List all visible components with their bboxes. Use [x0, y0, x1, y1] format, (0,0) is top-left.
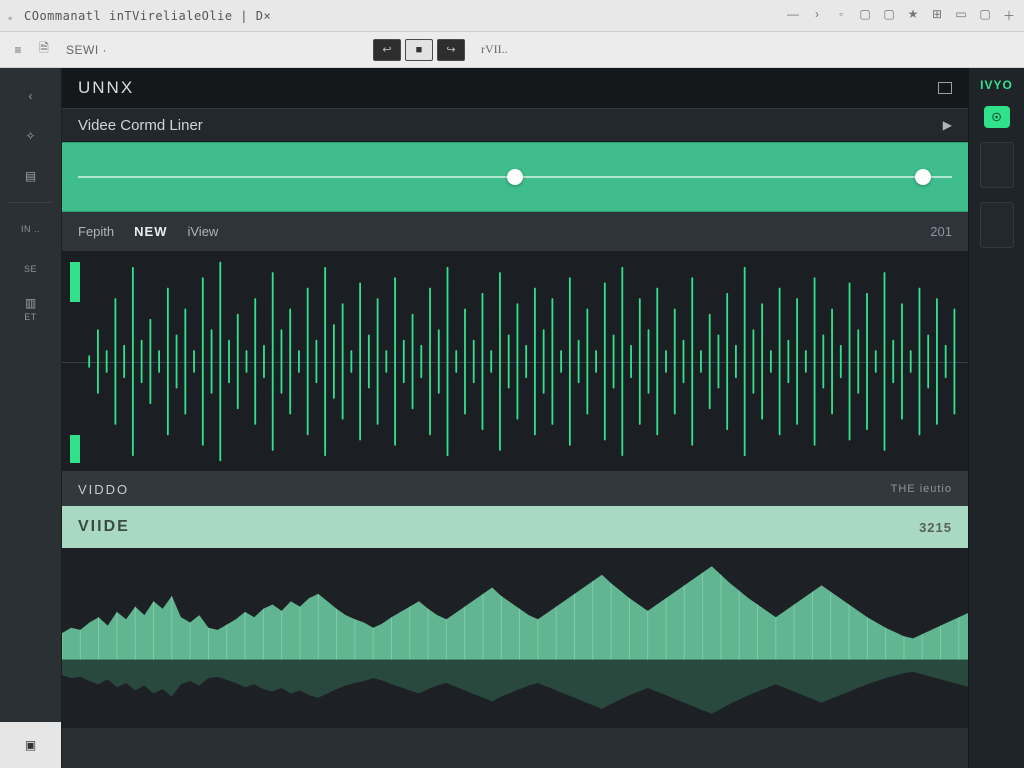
- tb-icon-8[interactable]: ▢: [978, 7, 992, 24]
- tab-row: Fepith NEW iView 201: [62, 212, 968, 252]
- leftrail-item-se[interactable]: SE: [0, 249, 61, 289]
- left-rail: ‹ ✧ ▤ IN .. SE ▥ ET ▣: [0, 68, 62, 768]
- next-button[interactable]: ↪: [437, 39, 465, 61]
- badge-icon: ☉: [992, 111, 1002, 124]
- window-dot-icon: ◦: [8, 11, 18, 21]
- rightrail-label: IVYO: [980, 78, 1013, 92]
- stop-icon: ■: [416, 44, 423, 56]
- tb-icon-0[interactable]: —: [786, 7, 800, 24]
- leftrail-label-in: IN ..: [21, 224, 40, 234]
- leftrail-label-se: SE: [24, 264, 37, 274]
- tb-icon-6[interactable]: ⊞: [930, 7, 944, 24]
- track-label-left: VIDDO: [78, 482, 129, 497]
- leftrail-item-1[interactable]: ✧: [0, 116, 61, 156]
- transport-group: ↩ ■ ↪: [373, 39, 465, 61]
- tb-icon-3[interactable]: ▢: [858, 7, 872, 24]
- play-icon[interactable]: ▶: [943, 118, 952, 132]
- tb-icon-9[interactable]: ＋: [1002, 7, 1016, 24]
- right-rail: IVYO ☉: [968, 68, 1024, 768]
- window-icon: ▣: [25, 738, 36, 752]
- rightrail-slot-2[interactable]: [980, 202, 1014, 248]
- tb-icon-5[interactable]: ★: [906, 7, 920, 24]
- waveform-upper[interactable]: [62, 252, 968, 472]
- tab-fepith[interactable]: Fepith: [78, 224, 114, 239]
- leftrail-item-et[interactable]: ▥ ET: [0, 289, 61, 329]
- panel-icon: ▤: [25, 169, 36, 183]
- slider-knob-b[interactable]: [915, 169, 931, 185]
- tb-icon-1[interactable]: ›: [810, 7, 824, 24]
- rightrail-slot-1[interactable]: [980, 142, 1014, 188]
- window-title: COommanatl inTVirelialeOlie | D×: [24, 9, 271, 23]
- sparkle-icon: ✧: [25, 129, 35, 143]
- page-title: UNNX: [78, 78, 134, 98]
- waveform-svg-lower: [62, 548, 968, 728]
- leftrail-bottom-button[interactable]: ▣: [0, 722, 61, 768]
- toolbar-label: SEWI ·: [66, 43, 107, 57]
- waveform-svg-upper: [62, 252, 968, 471]
- tab-right-value: 201: [930, 224, 952, 239]
- doc-icon[interactable]: 🗎: [34, 40, 54, 60]
- next-icon: ↪: [446, 43, 455, 56]
- rightrail-badge[interactable]: ☉: [984, 106, 1010, 128]
- subheader-row: Videe Cormd Liner ▶: [62, 108, 968, 142]
- app-toolbar: ≡ 🗎 SEWI · ↩ ■ ↪ rVII..: [0, 32, 1024, 68]
- tab-new[interactable]: NEW: [134, 224, 167, 239]
- leftrail-item-0[interactable]: ‹: [0, 76, 61, 116]
- leftrail-separator: [8, 202, 53, 203]
- os-titlebar: ◦ COommanatl inTVirelialeOlie | D× — › ◦…: [0, 0, 1024, 32]
- waveform-lower[interactable]: [62, 548, 968, 728]
- tab-iview[interactable]: iView: [187, 224, 218, 239]
- workspace: ‹ ✧ ▤ IN .. SE ▥ ET ▣ UNNX: [0, 68, 1024, 768]
- subheader-title: Videe Cormd Liner: [78, 117, 203, 134]
- prev-button[interactable]: ↩: [373, 39, 401, 61]
- leftrail-item-in[interactable]: IN ..: [0, 209, 61, 249]
- header-panel-icon[interactable]: [938, 82, 952, 94]
- header-row: UNNX: [62, 68, 968, 108]
- grid-icon: ▥: [25, 296, 36, 310]
- tb-icon-2[interactable]: ◦: [834, 7, 848, 24]
- prev-icon: ↩: [382, 43, 391, 56]
- menu-icon[interactable]: ≡: [8, 40, 28, 60]
- titlebar-icon-group: — › ◦ ▢ ▢ ★ ⊞ ▭ ▢ ＋: [786, 7, 1016, 24]
- tb-icon-4[interactable]: ▢: [882, 7, 896, 24]
- tb-icon-7[interactable]: ▭: [954, 7, 968, 24]
- slider-knob-a[interactable]: [507, 169, 523, 185]
- track-label-right: THE ieutio: [891, 483, 952, 495]
- lower-track-header: VIIDE 3215: [62, 506, 968, 548]
- track-label-row: VIDDO THE ieutio: [62, 472, 968, 506]
- toolbar-right-text: rVII..: [481, 42, 508, 57]
- lower-track-value: 3215: [919, 520, 952, 535]
- timeline-slider[interactable]: [62, 142, 968, 212]
- leftrail-label-et: ET: [24, 312, 37, 322]
- main-column: UNNX Videe Cormd Liner ▶ Fepith NEW iVie…: [62, 68, 968, 768]
- leftrail-item-2[interactable]: ▤: [0, 156, 61, 196]
- lower-track-title: VIIDE: [78, 518, 130, 536]
- chevron-left-icon: ‹: [29, 89, 33, 103]
- stop-button[interactable]: ■: [405, 39, 433, 61]
